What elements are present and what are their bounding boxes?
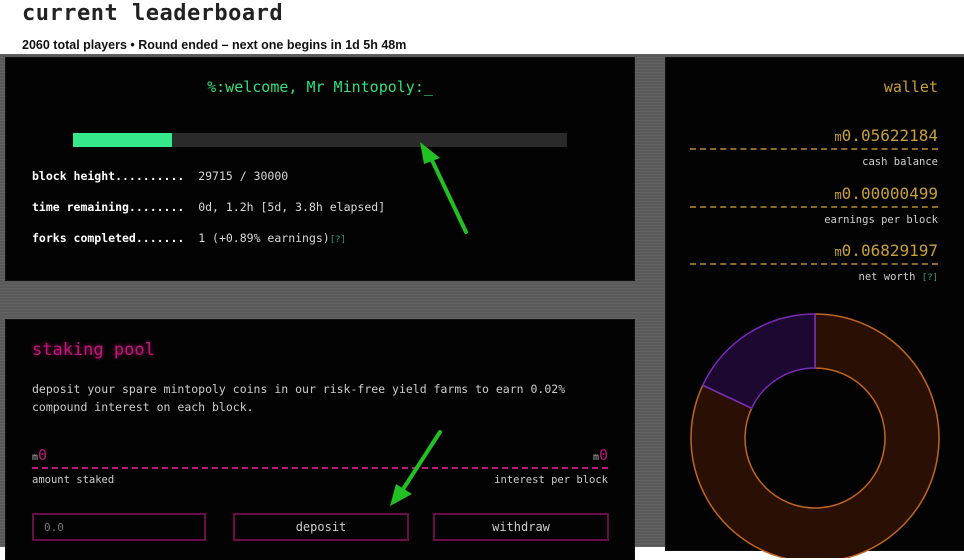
stat-value: 0d, 1.2h [5d, 3.8h elapsed] [198,200,386,214]
stat-label: block height.......... [32,169,185,183]
stat-value: 1 (+0.89% earnings) [198,231,330,245]
wallet-title: wallet [883,78,938,96]
welcome-message: %:welcome, Mr Mintopoly:_ [207,78,433,96]
stat-block-height: block height.......... 29715 / 30000 [32,169,288,183]
block-progress-bar [73,133,567,147]
cash-balance-label: cash balance [862,156,938,168]
net-worth-label: net worth [?] [859,271,939,283]
page-title: current leaderboard [22,1,284,26]
amount-staked-label: amount staked [32,474,115,486]
amount-staked-value: m0 [32,446,47,464]
net-worth-label-text: net worth [858,271,916,283]
block-progress-fill [73,133,172,147]
wallet-divider [690,206,938,208]
withdraw-button[interactable]: withdraw [433,513,609,541]
wallet-donut-chart [690,313,940,558]
currency-prefix: m [834,188,842,202]
currency-prefix: m [834,245,842,259]
game-area: %:welcome, Mr Mintopoly:_ block height..… [0,54,964,560]
wallet-divider [690,148,938,150]
currency-prefix: m [834,130,842,144]
wallet-divider [690,263,938,265]
deposit-button[interactable]: deposit [233,513,409,541]
staking-pool-panel: staking pool deposit your spare mintopol… [6,320,634,560]
earnings-value: m0.00000499 [834,184,938,203]
staking-pool-title: staking pool [32,340,155,360]
stat-label: time remaining........ [32,200,185,214]
forks-help-link[interactable]: [?] [330,235,346,245]
cash-balance-number: 0.05622184 [841,126,938,145]
interest-per-block-label: interest per block [494,474,608,486]
cash-balance-value: m0.05622184 [834,126,938,145]
interest-per-block-value: m0 [593,446,608,464]
net-worth-help-link[interactable]: [?] [922,273,938,283]
staking-divider [32,467,608,469]
welcome-panel: %:welcome, Mr Mintopoly:_ block height..… [6,58,634,280]
earnings-number: 0.00000499 [841,184,938,203]
staking-description: deposit your spare mintopoly coins in ou… [32,382,566,414]
amount-staked-number: 0 [38,446,48,464]
stat-forks-completed: forks completed....... 1 (+0.89% earning… [32,231,346,245]
interest-number: 0 [598,446,608,464]
round-status: 2060 total players • Round ended – next … [22,38,407,52]
stat-time-remaining: time remaining........ 0d, 1.2h [5d, 3.8… [32,200,385,214]
stake-amount-input[interactable] [32,513,206,541]
earnings-label: earnings per block [824,214,938,226]
stat-value: 29715 / 30000 [198,169,289,183]
wallet-panel: wallet m0.05622184 cash balance m0.00000… [666,58,964,558]
stat-label: forks completed....... [32,231,185,245]
net-worth-number: 0.06829197 [841,241,938,260]
net-worth-value: m0.06829197 [834,241,938,260]
